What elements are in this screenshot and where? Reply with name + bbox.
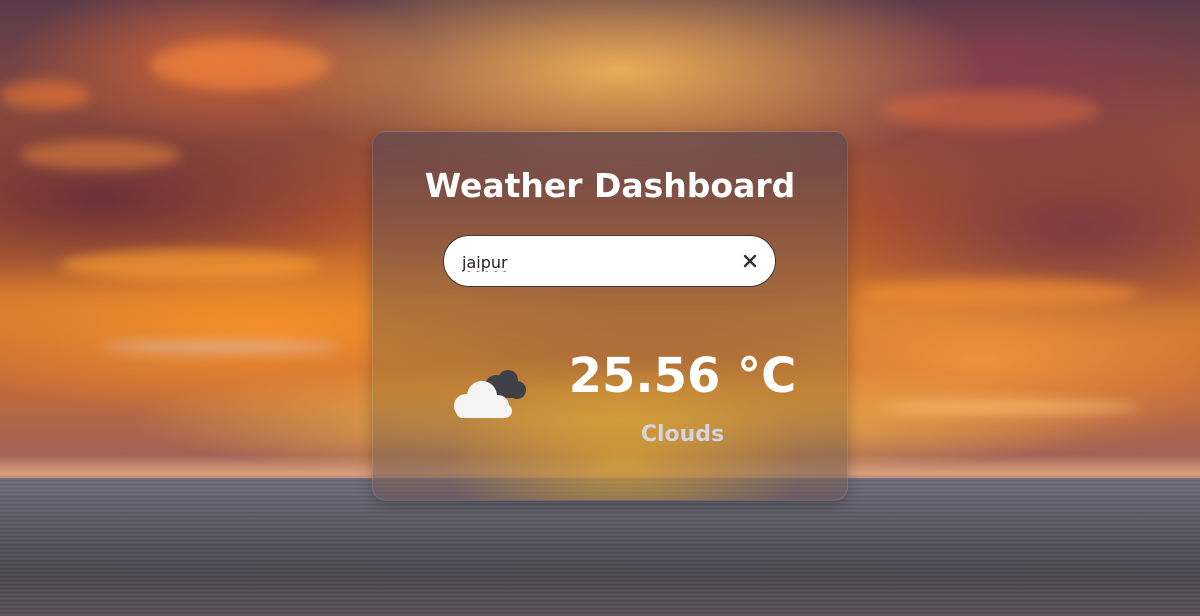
cloud-streak: [150, 40, 330, 90]
cloud-streak: [60, 250, 320, 280]
cloud-streak: [860, 280, 1140, 306]
cloud-streak: [880, 400, 1140, 414]
close-icon[interactable]: [740, 251, 760, 271]
cloud-streak: [0, 80, 90, 110]
search-input[interactable]: [462, 248, 732, 276]
weather-condition: Clouds: [640, 422, 725, 447]
page-title: Weather Dashboard: [424, 166, 796, 205]
cloud-streak: [880, 90, 1100, 130]
search-box[interactable]: [443, 235, 776, 287]
temperature-value: 25.56 °C: [568, 348, 797, 404]
cloud-icon: [444, 364, 530, 424]
cloud-streak: [100, 340, 340, 354]
